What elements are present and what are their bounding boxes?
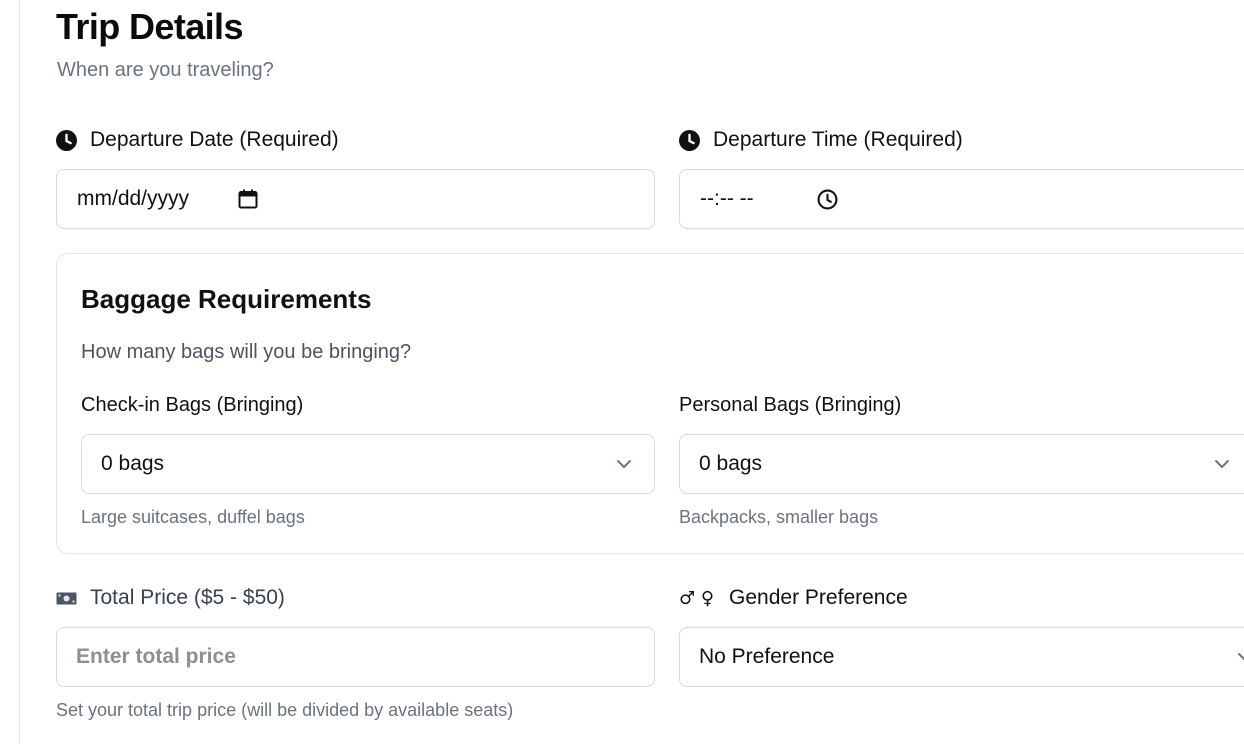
total-price-hint: Set your total trip price (will be divid… [56,700,514,720]
clock-icon [679,129,700,151]
total-price-label-text: Total Price ($5 - $50) [90,586,285,609]
departure-time-input[interactable]: --:-- -- [679,169,1244,229]
chevron-down-icon [616,457,632,475]
baggage-subtitle: How many bags will you be bringing? [81,341,412,363]
total-price-label: Total Price ($5 - $50) [56,586,285,610]
total-price-input[interactable]: Enter total price [56,627,655,687]
gender-preference-label-text: Gender Preference [729,586,908,609]
departure-date-input[interactable]: mm/dd/yyyy [56,169,655,229]
departure-time-value: --:-- -- [700,187,754,210]
departure-date-value: mm/dd/yyyy [77,187,190,210]
money-icon [56,591,77,606]
baggage-title: Baggage Requirements [81,284,372,314]
personal-bags-hint: Backpacks, smaller bags [679,507,879,527]
checkin-bags-label: Check-in Bags (Bringing) [81,394,304,416]
gender-preference-value: No Preference [699,645,835,668]
checkin-bags-select[interactable]: 0 bags [81,434,655,494]
checkin-bags-hint: Large suitcases, duffel bags [81,507,305,527]
gender-preference-select[interactable]: No Preference [679,627,1244,687]
departure-date-label: Departure Date (Required) [56,128,339,152]
departure-time-label: Departure Time (Required) [679,128,963,152]
chevron-down-icon [1237,650,1244,668]
calendar-icon[interactable] [238,189,258,214]
clock-icon [56,129,77,151]
departure-time-label-text: Departure Time (Required) [713,128,963,151]
gender-preference-label: ♂ ♀ Gender Preference [679,586,908,610]
gender-symbols-icon: ♂ ♀ [679,587,715,609]
total-price-placeholder: Enter total price [76,645,236,668]
sidebar-divider [19,0,20,744]
page-title: Trip Details [56,6,243,47]
time-picker-icon[interactable] [817,189,838,215]
checkin-bags-value: 0 bags [101,452,165,475]
personal-bags-value: 0 bags [699,452,763,475]
page-subtitle: When are you traveling? [57,59,274,81]
departure-date-label-text: Departure Date (Required) [90,128,339,151]
personal-bags-select[interactable]: 0 bags [679,434,1244,494]
chevron-down-icon [1214,457,1230,475]
personal-bags-label: Personal Bags (Bringing) [679,394,902,416]
